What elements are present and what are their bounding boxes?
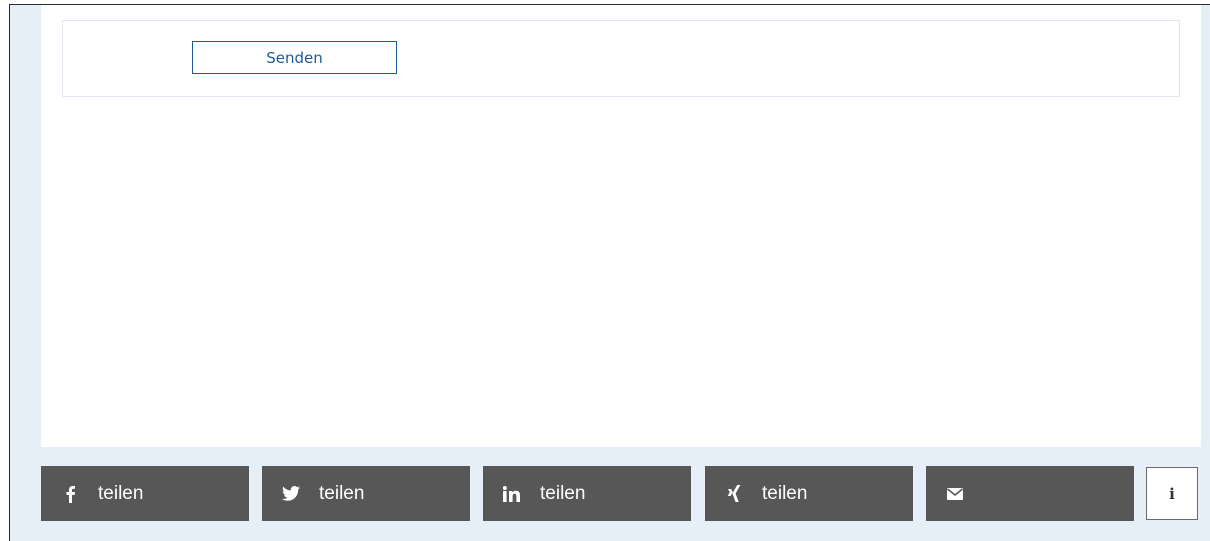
share-label: teilen xyxy=(540,482,586,504)
info-button[interactable]: i xyxy=(1146,467,1198,520)
twitter-icon xyxy=(281,484,301,504)
share-label: teilen xyxy=(319,482,365,504)
linkedin-icon xyxy=(502,484,522,504)
send-button[interactable]: Senden xyxy=(192,41,397,74)
share-label: teilen xyxy=(98,482,144,504)
share-xing-button[interactable]: teilen xyxy=(705,466,913,521)
facebook-icon xyxy=(60,484,80,504)
email-icon xyxy=(945,484,965,504)
xing-icon xyxy=(724,484,744,504)
page-frame: Senden teilen teilen teilen teilen i xyxy=(9,4,1210,541)
share-facebook-button[interactable]: teilen xyxy=(41,466,249,521)
share-email-button[interactable] xyxy=(926,466,1134,521)
share-label: teilen xyxy=(762,482,808,504)
info-icon: i xyxy=(1169,484,1175,503)
share-linkedin-button[interactable]: teilen xyxy=(483,466,691,521)
share-twitter-button[interactable]: teilen xyxy=(262,466,470,521)
main-content: Senden xyxy=(41,5,1201,447)
form-container: Senden xyxy=(62,20,1180,97)
